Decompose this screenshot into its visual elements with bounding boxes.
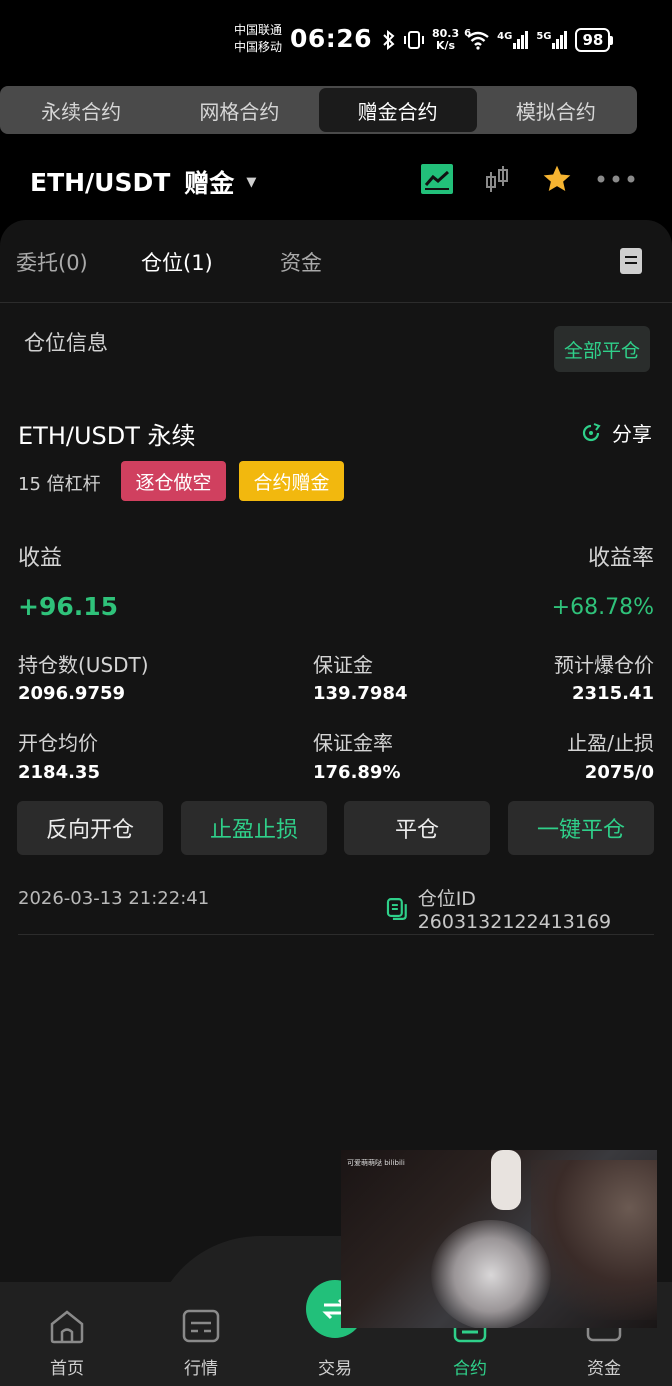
- copy-icon: [386, 897, 407, 920]
- close-position-button[interactable]: 平仓: [344, 801, 490, 855]
- caret-down-icon: ▼: [246, 174, 257, 190]
- video-frame-shape: [531, 1160, 657, 1320]
- chart-toggle-icon[interactable]: [420, 162, 454, 196]
- nav-contract-label: 合约: [453, 1359, 487, 1379]
- video-frame-shape: [431, 1220, 551, 1328]
- entry-price-value: 2184.35: [18, 762, 100, 783]
- isolated-short-badge: 逐仓做空: [121, 461, 226, 501]
- margin-rate-value: 176.89%: [313, 762, 401, 783]
- bluetooth-icon: [383, 30, 395, 50]
- star-icon[interactable]: [540, 162, 574, 196]
- status-time: 06:26: [290, 24, 373, 53]
- carrier-1: 中国联通: [234, 23, 283, 37]
- position-id[interactable]: 仓位ID 2603132122413169: [386, 884, 672, 933]
- open-timestamp: 2026-03-13 21:22:41: [18, 888, 210, 909]
- reverse-open-button[interactable]: 反向开仓: [17, 801, 163, 855]
- candlestick-icon[interactable]: [480, 162, 514, 196]
- contract-name: ETH/USDT 永续: [18, 422, 196, 450]
- more-icon[interactable]: [596, 162, 636, 196]
- pair-symbol: ETH/USDT: [30, 167, 171, 197]
- contract-bonus-badge: 合约赠金: [239, 461, 344, 501]
- tab-grid[interactable]: 网格合约: [160, 88, 318, 132]
- size-value: 2096.9759: [18, 683, 126, 704]
- position-id-text: 仓位ID 2603132122413169: [417, 888, 612, 933]
- vibrate-icon: [404, 31, 424, 49]
- nav-home[interactable]: 首页: [27, 1306, 107, 1379]
- liq-price-label: 预计爆仓价: [554, 653, 654, 677]
- pnl-value: +96.15: [18, 592, 119, 621]
- share-button[interactable]: 分享: [580, 418, 652, 447]
- nav-trade-label: 交易: [318, 1359, 352, 1379]
- video-frame-shape: [491, 1150, 521, 1210]
- one-click-close-button[interactable]: 一键平仓: [508, 801, 654, 855]
- pnl-rate-label: 收益率: [587, 546, 654, 571]
- status-icons: 80.3 K/s 6 4G 5G 98: [382, 26, 614, 54]
- battery-icon: 98: [575, 28, 614, 52]
- document-icon[interactable]: [620, 248, 642, 274]
- tab-perpetual[interactable]: 永续合约: [2, 88, 160, 132]
- contract-type-tabs: 永续合约 网格合约 赠金合约 模拟合约: [0, 86, 637, 134]
- tab-positions[interactable]: 仓位(1): [141, 247, 213, 277]
- pnl-label: 收益: [18, 546, 63, 571]
- nav-market[interactable]: 行情: [161, 1306, 241, 1379]
- net-speed-unit: K/s: [436, 39, 456, 52]
- battery-level: 98: [575, 28, 611, 52]
- home-icon: [47, 1306, 87, 1346]
- tab-funds[interactable]: 资金: [280, 247, 322, 277]
- share-icon: [582, 422, 601, 441]
- net-speed: 80.3 K/s: [432, 28, 459, 52]
- status-bar: 中国联通 中国移动 06:26 80.3 K/s 6 4G 5G 98: [0, 0, 672, 80]
- share-label: 分享: [612, 422, 652, 446]
- tab-simulated[interactable]: 模拟合约: [477, 88, 635, 132]
- market-icon: [181, 1306, 221, 1346]
- net1-label: 4G: [497, 31, 513, 42]
- nav-market-label: 行情: [184, 1359, 218, 1379]
- tab-bonus[interactable]: 赠金合约: [318, 88, 477, 132]
- subtabs: 委托(0) 仓位(1) 资金: [0, 220, 672, 303]
- pair-selector[interactable]: ETH/USDT 赠金 ▼: [30, 164, 256, 200]
- signal-2: 5G: [536, 31, 568, 49]
- wifi-indicator: 6: [464, 28, 490, 50]
- size-label: 持仓数(USDT): [18, 653, 149, 677]
- floating-video-window[interactable]: 可爱萌萌哒 bilibili: [341, 1150, 657, 1328]
- entry-price-label: 开仓均价: [18, 731, 98, 755]
- net2-label: 5G: [536, 31, 552, 42]
- wifi-label: 6: [464, 28, 472, 39]
- nav-home-label: 首页: [50, 1359, 84, 1379]
- tpsl-button[interactable]: 止盈止损: [181, 801, 327, 855]
- divider: [18, 934, 654, 935]
- signal-1: 4G: [497, 31, 529, 49]
- tpsl-label: 止盈/止损: [567, 731, 654, 755]
- carrier-2: 中国移动: [234, 40, 283, 54]
- liq-price-value: 2315.41: [572, 683, 654, 704]
- signal-bars-icon: [513, 31, 529, 49]
- close-all-button[interactable]: 全部平仓: [554, 326, 650, 372]
- pair-header: ETH/USDT 赠金 ▼: [0, 150, 672, 212]
- position-info-title: 仓位信息: [24, 331, 108, 355]
- carrier-names: 中国联通 中国移动: [234, 22, 282, 56]
- signal-bars-icon: [552, 31, 568, 49]
- margin-label: 保证金: [313, 653, 373, 677]
- nav-assets-label: 资金: [587, 1359, 621, 1379]
- video-caption: 可爱萌萌哒 bilibili: [347, 1159, 405, 1167]
- margin-value: 139.7984: [313, 683, 408, 704]
- margin-rate-label: 保证金率: [313, 731, 393, 755]
- pnl-rate-value: +68.78%: [551, 595, 654, 620]
- pair-mode: 赠金: [184, 169, 235, 198]
- tab-orders[interactable]: 委托(0): [16, 247, 88, 277]
- leverage-label: 15 倍杠杆: [18, 474, 101, 495]
- tpsl-value: 2075/0: [584, 762, 654, 783]
